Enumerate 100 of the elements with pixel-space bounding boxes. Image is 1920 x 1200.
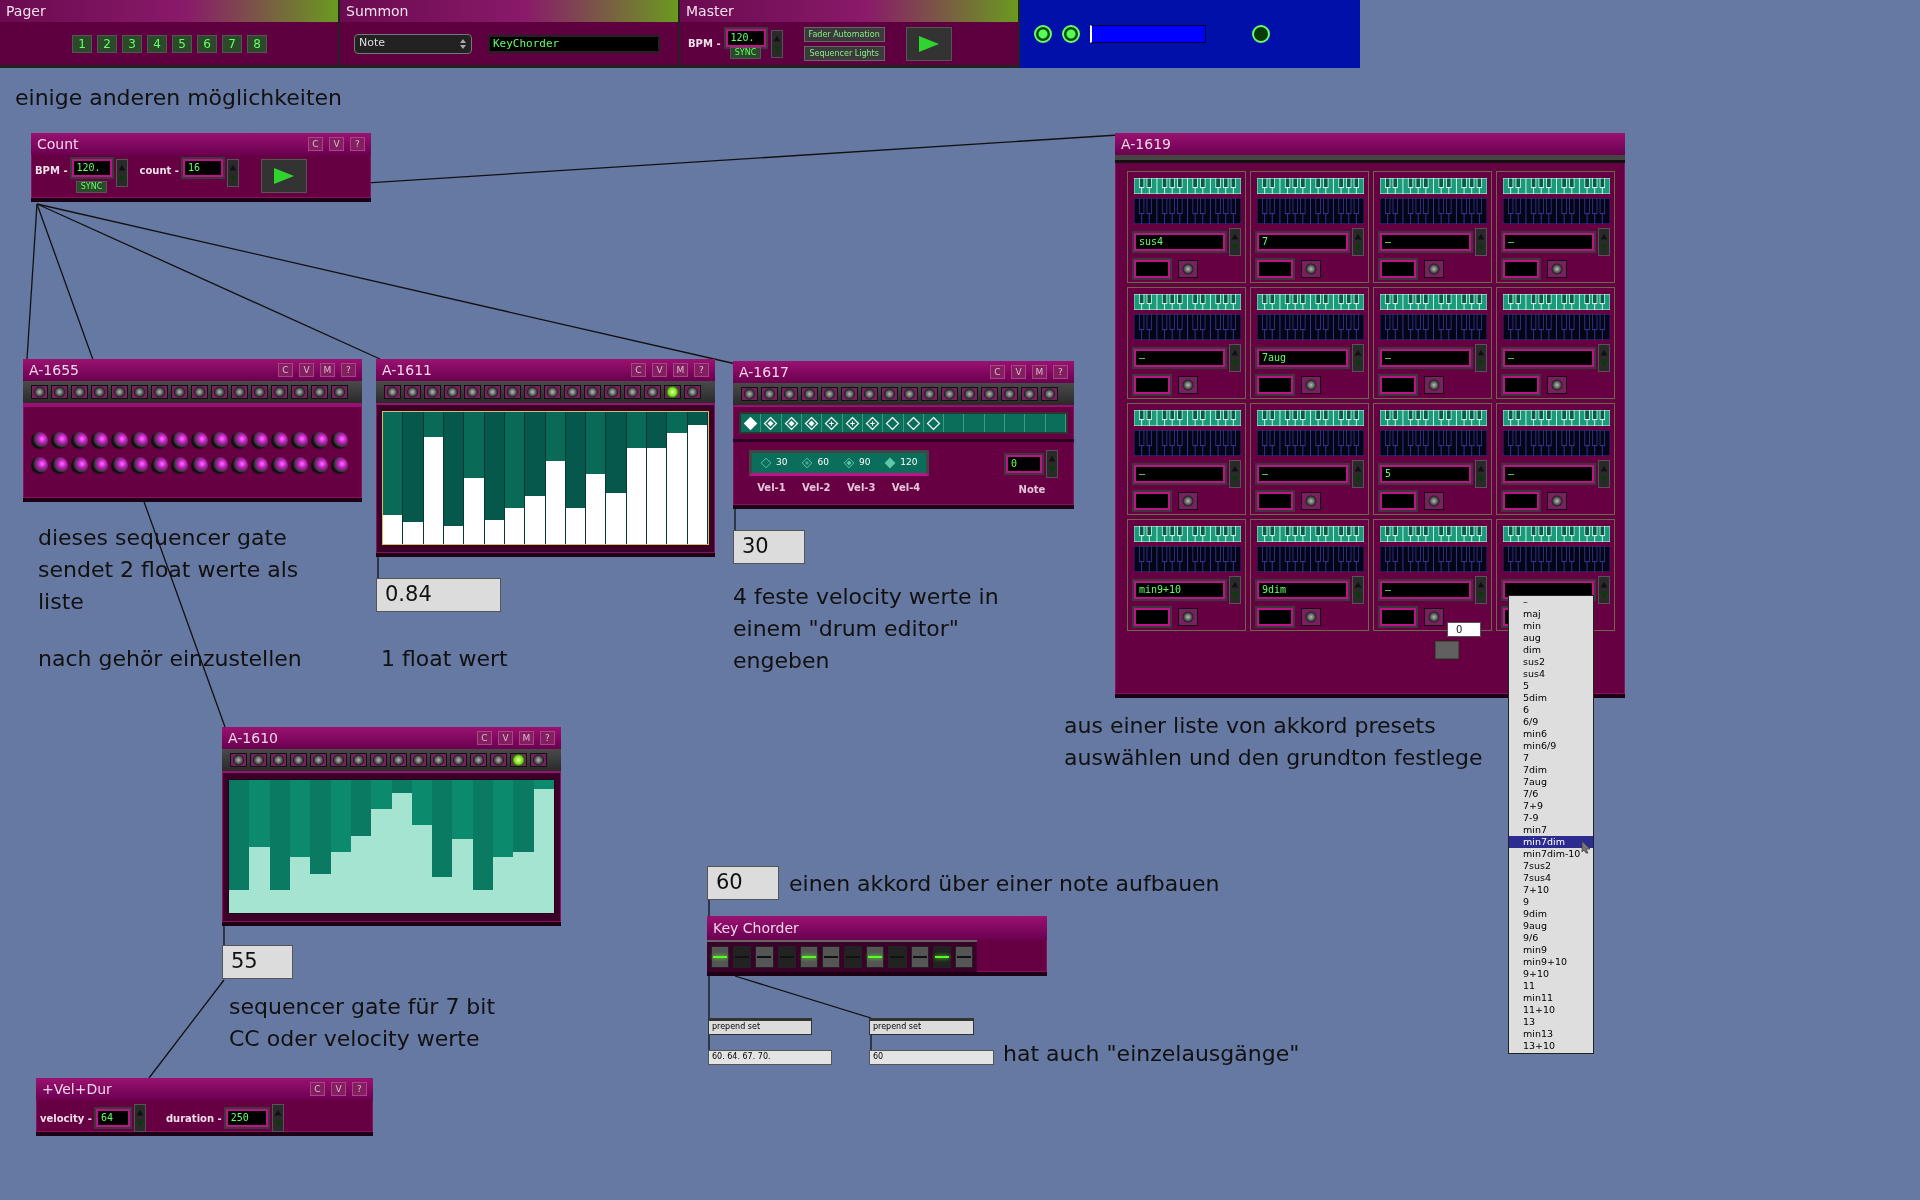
step-button[interactable]: [470, 753, 487, 767]
header-button[interactable]: V: [329, 137, 344, 151]
chord-field[interactable]: 7: [1257, 233, 1348, 251]
step-button[interactable]: [981, 387, 998, 401]
knob[interactable]: [331, 431, 348, 449]
bar-track[interactable]: [525, 412, 546, 544]
play-button[interactable]: [261, 159, 307, 193]
menu-item[interactable]: sus4: [1509, 668, 1593, 680]
header-button[interactable]: M: [1032, 365, 1047, 379]
menu-item[interactable]: 9/6: [1509, 932, 1593, 944]
step-button[interactable]: [384, 385, 401, 399]
menu-item[interactable]: 7/6: [1509, 788, 1593, 800]
root-field[interactable]: [1134, 376, 1170, 394]
menu-item[interactable]: 13: [1509, 1016, 1593, 1028]
stepper-arrows[interactable]: [1598, 344, 1610, 372]
note-field[interactable]: 0: [1006, 455, 1042, 473]
menu-item[interactable]: min6: [1509, 728, 1593, 740]
step-button[interactable]: [230, 753, 247, 767]
select-button[interactable]: [1178, 608, 1198, 626]
object-box[interactable]: prepend set: [708, 1018, 812, 1035]
bar-track[interactable]: [472, 780, 494, 913]
duration-field[interactable]: 250: [225, 1109, 268, 1127]
stepper-arrows[interactable]: [1352, 228, 1364, 256]
chord-field[interactable]: min9+10: [1134, 581, 1225, 599]
root-field[interactable]: [1380, 492, 1416, 510]
select-button[interactable]: [1424, 260, 1444, 278]
bar-track[interactable]: [249, 780, 270, 913]
chord-key[interactable]: [799, 946, 818, 968]
stepper-arrows[interactable]: [1046, 450, 1058, 478]
chord-field[interactable]: –: [1503, 465, 1594, 483]
chord-field[interactable]: sus4: [1134, 233, 1225, 251]
step-button[interactable]: [1001, 387, 1018, 401]
header-button[interactable]: C: [308, 137, 323, 151]
menu-item[interactable]: aug: [1509, 632, 1593, 644]
input-field[interactable]: [1090, 25, 1206, 43]
chord-field[interactable]: –: [1134, 465, 1225, 483]
velocity-field[interactable]: 64: [95, 1109, 130, 1127]
menu-item[interactable]: 9dim: [1509, 908, 1593, 920]
menu-item[interactable]: 13+10: [1509, 1040, 1593, 1052]
menu-item[interactable]: 7-9: [1509, 812, 1593, 824]
chord-field[interactable]: –: [1503, 233, 1594, 251]
bar-track[interactable]: [289, 780, 311, 913]
chord-key[interactable]: [932, 946, 951, 968]
page-button[interactable]: 5: [172, 34, 192, 53]
step-button[interactable]: [530, 753, 547, 767]
chord-field[interactable]: 7aug: [1257, 349, 1348, 367]
step-button[interactable]: [624, 385, 641, 399]
menu-item[interactable]: 7sus2: [1509, 860, 1593, 872]
page-button[interactable]: 3: [122, 34, 142, 53]
bar-track[interactable]: [310, 780, 331, 913]
bar-track[interactable]: [383, 412, 404, 544]
number-box[interactable]: 0: [1447, 622, 1481, 637]
menu-item[interactable]: min9: [1509, 944, 1593, 956]
stepper-arrows[interactable]: [1475, 228, 1487, 256]
bar-track[interactable]: [545, 412, 566, 544]
header-button[interactable]: M: [320, 363, 335, 377]
stepper-arrows[interactable]: [271, 1104, 284, 1132]
stepper-arrows[interactable]: [770, 29, 783, 58]
stepper-arrows[interactable]: [1352, 344, 1364, 372]
menu-item[interactable]: sus2: [1509, 656, 1593, 668]
header-button[interactable]: C: [278, 363, 293, 377]
bar-track[interactable]: [464, 412, 485, 544]
bar-track[interactable]: [647, 412, 668, 544]
page-button[interactable]: 7: [222, 34, 242, 53]
bar-track[interactable]: [229, 780, 250, 913]
stepper-arrows[interactable]: [1598, 228, 1610, 256]
header-button[interactable]: C: [990, 365, 1005, 379]
chord-field[interactable]: –: [1257, 465, 1348, 483]
step-button[interactable]: [821, 387, 838, 401]
step-button[interactable]: [1021, 387, 1038, 401]
chord-key[interactable]: [866, 946, 885, 968]
step-button[interactable]: [941, 387, 958, 401]
knob[interactable]: [251, 431, 268, 449]
stepper-arrows[interactable]: [1229, 460, 1241, 488]
header-button[interactable]: V: [299, 363, 314, 377]
step-button[interactable]: [761, 387, 778, 401]
step-button[interactable]: [390, 753, 407, 767]
knob[interactable]: [231, 456, 248, 474]
stepper-arrows[interactable]: [1475, 460, 1487, 488]
bar-track[interactable]: [330, 780, 351, 913]
velocity-step[interactable]: [741, 414, 762, 432]
step-button[interactable]: [404, 385, 421, 399]
header-button[interactable]: C: [310, 1082, 325, 1096]
menu-item[interactable]: 9aug: [1509, 920, 1593, 932]
step-button[interactable]: [330, 753, 347, 767]
step-button[interactable]: [430, 753, 447, 767]
header-button[interactable]: V: [498, 731, 513, 745]
stepper-arrows[interactable]: [1352, 576, 1364, 604]
select-button[interactable]: [1547, 260, 1567, 278]
select-button[interactable]: [1301, 608, 1321, 626]
step-button[interactable]: [741, 387, 758, 401]
select-button[interactable]: [1424, 608, 1444, 626]
header-button[interactable]: C: [631, 363, 646, 377]
menu-item[interactable]: min7dim: [1509, 836, 1593, 848]
knob[interactable]: [251, 456, 268, 474]
root-field[interactable]: [1503, 492, 1539, 510]
chord-field[interactable]: 9dim: [1257, 581, 1348, 599]
chord-field[interactable]: –: [1380, 233, 1471, 251]
message-box[interactable]: 60: [869, 1050, 994, 1065]
stepper-arrows[interactable]: [1475, 576, 1487, 604]
